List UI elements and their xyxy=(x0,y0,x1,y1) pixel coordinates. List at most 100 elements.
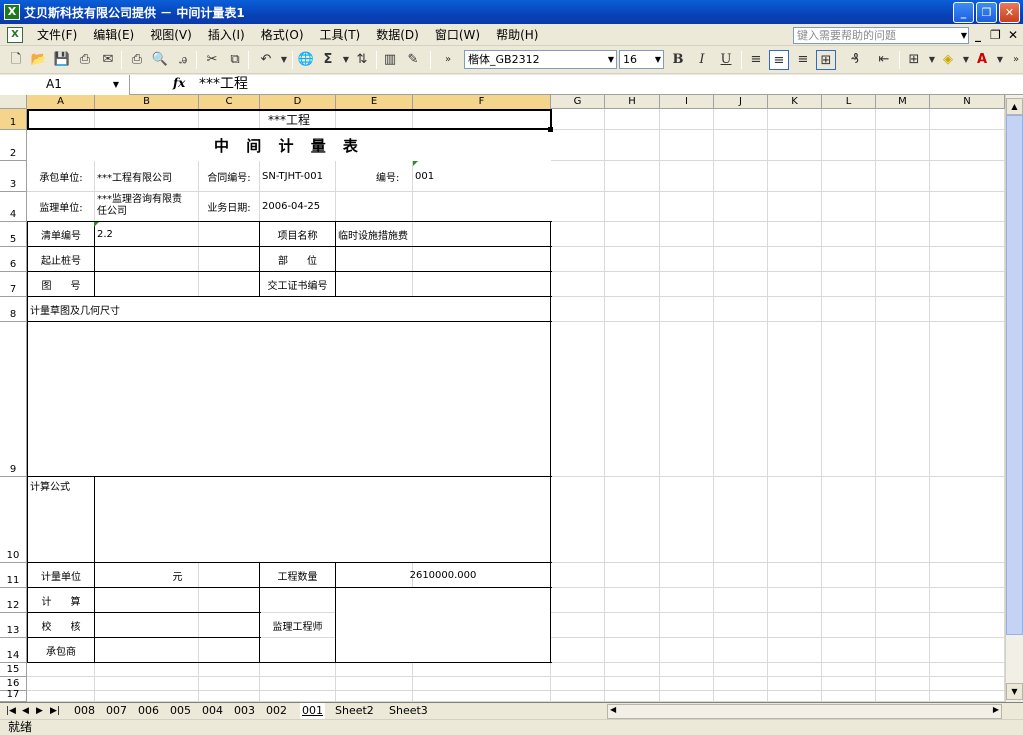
currency-icon[interactable]: ₰ xyxy=(845,50,865,70)
sheet-tab-005[interactable]: 005 xyxy=(168,703,193,719)
unit-value[interactable]: 元 xyxy=(96,563,259,587)
print-icon[interactable]: ⎙ xyxy=(127,50,147,70)
row-header-1[interactable]: 1 xyxy=(0,109,27,130)
select-all-corner[interactable] xyxy=(0,95,27,109)
sheet-tab-006[interactable]: 006 xyxy=(136,703,161,719)
first-sheet-icon[interactable]: |◀ xyxy=(6,703,16,719)
chevron-down-icon[interactable]: ▼ xyxy=(608,51,614,68)
workbook-icon[interactable]: X xyxy=(7,26,23,43)
menu-window[interactable]: 窗口(W) xyxy=(427,25,488,45)
contractor-value[interactable]: ***工程有限公司 xyxy=(97,161,199,192)
item-name-value[interactable]: 临时设施措施费 xyxy=(338,222,548,246)
row-header-15[interactable]: 15 xyxy=(0,663,27,677)
sheet-tab-sheet3[interactable]: Sheet3 xyxy=(387,703,430,719)
sheet-tab-003[interactable]: 003 xyxy=(232,703,257,719)
font-color-icon[interactable]: A xyxy=(972,50,992,70)
chevron-down-icon[interactable]: ▼ xyxy=(655,51,661,68)
merged-cell-area[interactable] xyxy=(95,477,550,563)
row-header-8[interactable]: 8 xyxy=(0,297,27,322)
column-header-j[interactable]: J xyxy=(714,95,768,109)
row-header-9[interactable]: 9 xyxy=(0,322,27,477)
sheet-tab-004[interactable]: 004 xyxy=(200,703,225,719)
sheet-tab-002[interactable]: 002 xyxy=(264,703,289,719)
row-header-4[interactable]: 4 xyxy=(0,192,27,222)
name-box[interactable]: A1 ▼ xyxy=(0,75,130,95)
column-header-l[interactable]: L xyxy=(822,95,876,109)
form-heading[interactable]: 中 间 计 量 表 xyxy=(28,129,550,161)
menu-tools[interactable]: 工具(T) xyxy=(312,25,369,45)
column-header-a[interactable]: A xyxy=(27,95,95,109)
column-header-c[interactable]: C xyxy=(199,95,260,109)
new-file-icon[interactable]: 🗋 xyxy=(6,50,26,70)
font-name-select[interactable]: 楷体_GB2312 ▼ xyxy=(464,50,617,69)
spelling-icon[interactable]: ꭿ xyxy=(173,50,193,70)
row-header-2[interactable]: 2 xyxy=(0,130,27,161)
chevron-down-icon[interactable]: ▼ xyxy=(113,75,119,94)
autosum-icon[interactable]: Σ xyxy=(318,50,338,70)
save-icon[interactable]: 💾 xyxy=(52,50,72,70)
permission-icon[interactable]: ⎙ xyxy=(75,50,95,70)
number-value[interactable]: 001 xyxy=(415,161,475,192)
scroll-down-icon[interactable]: ▼ xyxy=(1006,683,1023,700)
drawing-icon[interactable]: ✎ xyxy=(403,50,423,70)
align-center-icon[interactable]: ≡ xyxy=(769,50,789,70)
quantity-value[interactable]: 2610000.000 xyxy=(336,563,550,587)
menu-help[interactable]: 帮助(H) xyxy=(488,25,546,45)
sheet-tab-001[interactable]: 001 xyxy=(300,703,325,719)
doc-minimize-button[interactable]: _ xyxy=(975,28,981,42)
email-icon[interactable]: ✉ xyxy=(98,50,118,70)
borders-icon[interactable]: ⊞ xyxy=(904,50,924,70)
sheet-tab-sheet2[interactable]: Sheet2 xyxy=(333,703,376,719)
column-header-d[interactable]: D xyxy=(260,95,336,109)
toolbar-more-icon[interactable]: » xyxy=(1006,50,1023,70)
column-header-e[interactable]: E xyxy=(336,95,413,109)
undo-icon[interactable]: ↶ xyxy=(256,50,276,70)
scroll-right-icon[interactable]: ▶ xyxy=(993,705,999,714)
fill-color-icon[interactable]: ◈ xyxy=(938,50,958,70)
row-header-12[interactable]: 12 xyxy=(0,588,27,613)
contract-no-value[interactable]: SN-TJHT-001 xyxy=(262,161,335,192)
menu-view[interactable]: 视图(V) xyxy=(142,25,200,45)
next-sheet-icon[interactable]: ▶ xyxy=(36,703,43,719)
help-search-input[interactable]: 键入需要帮助的问题 ▼ xyxy=(793,27,969,44)
sort-ascending-icon[interactable]: ⇅ xyxy=(352,50,372,70)
menu-insert[interactable]: 插入(I) xyxy=(200,25,253,45)
column-header-g[interactable]: G xyxy=(551,95,605,109)
row-header-11[interactable]: 11 xyxy=(0,563,27,588)
column-header-i[interactable]: I xyxy=(660,95,714,109)
doc-restore-button[interactable]: ❐ xyxy=(990,28,1001,42)
scroll-thumb[interactable] xyxy=(1006,115,1023,635)
last-sheet-icon[interactable]: ▶| xyxy=(50,703,60,719)
open-folder-icon[interactable]: 📂 xyxy=(29,50,49,70)
merge-center-icon[interactable]: ⊞ xyxy=(816,50,836,70)
vertical-scrollbar[interactable]: ▲ ▼ xyxy=(1005,95,1023,702)
align-right-icon[interactable]: ≡ xyxy=(793,50,813,70)
indent-icon[interactable]: ⇤ xyxy=(874,50,894,70)
fill-handle[interactable] xyxy=(548,127,553,132)
insert-function-icon[interactable]: fx xyxy=(173,76,185,90)
restore-button[interactable]: ❐ xyxy=(976,2,997,23)
row-header-14[interactable]: 14 xyxy=(0,638,27,663)
formula-input[interactable]: ***工程 xyxy=(199,75,248,94)
column-header-m[interactable]: M xyxy=(876,95,930,109)
print-preview-icon[interactable]: 🔍 xyxy=(150,50,170,70)
scroll-up-icon[interactable]: ▲ xyxy=(1006,98,1023,115)
italic-button[interactable]: I xyxy=(692,50,712,70)
bold-button[interactable]: B xyxy=(668,50,688,70)
row-header-3[interactable]: 3 xyxy=(0,161,27,192)
worksheet[interactable]: ABCDEFGHIJKLMN 1 2 3 4 5 6 7 8 9 10 11 12 13 14 15 16 17… xyxy=(0,95,1023,702)
row-header-5[interactable]: 5 xyxy=(0,222,27,247)
scroll-left-icon[interactable]: ◀ xyxy=(610,705,616,714)
excel-icon[interactable]: X xyxy=(4,4,20,20)
sheet-tab-008[interactable]: 008 xyxy=(72,703,97,719)
menu-format[interactable]: 格式(O) xyxy=(253,25,312,45)
row-header-7[interactable]: 7 xyxy=(0,272,27,297)
font-size-select[interactable]: 16 ▼ xyxy=(619,50,664,69)
row-header-17[interactable]: 17 xyxy=(0,690,27,702)
list-no-value[interactable]: 2.2 xyxy=(97,222,257,246)
toolbar-options-icon[interactable]: » xyxy=(438,50,458,70)
column-header-f[interactable]: F xyxy=(413,95,551,109)
supervisor-value[interactable]: ***监理咨询有限责 任公司 xyxy=(97,194,199,220)
column-header-b[interactable]: B xyxy=(95,95,199,109)
sheet-tab-007[interactable]: 007 xyxy=(104,703,129,719)
